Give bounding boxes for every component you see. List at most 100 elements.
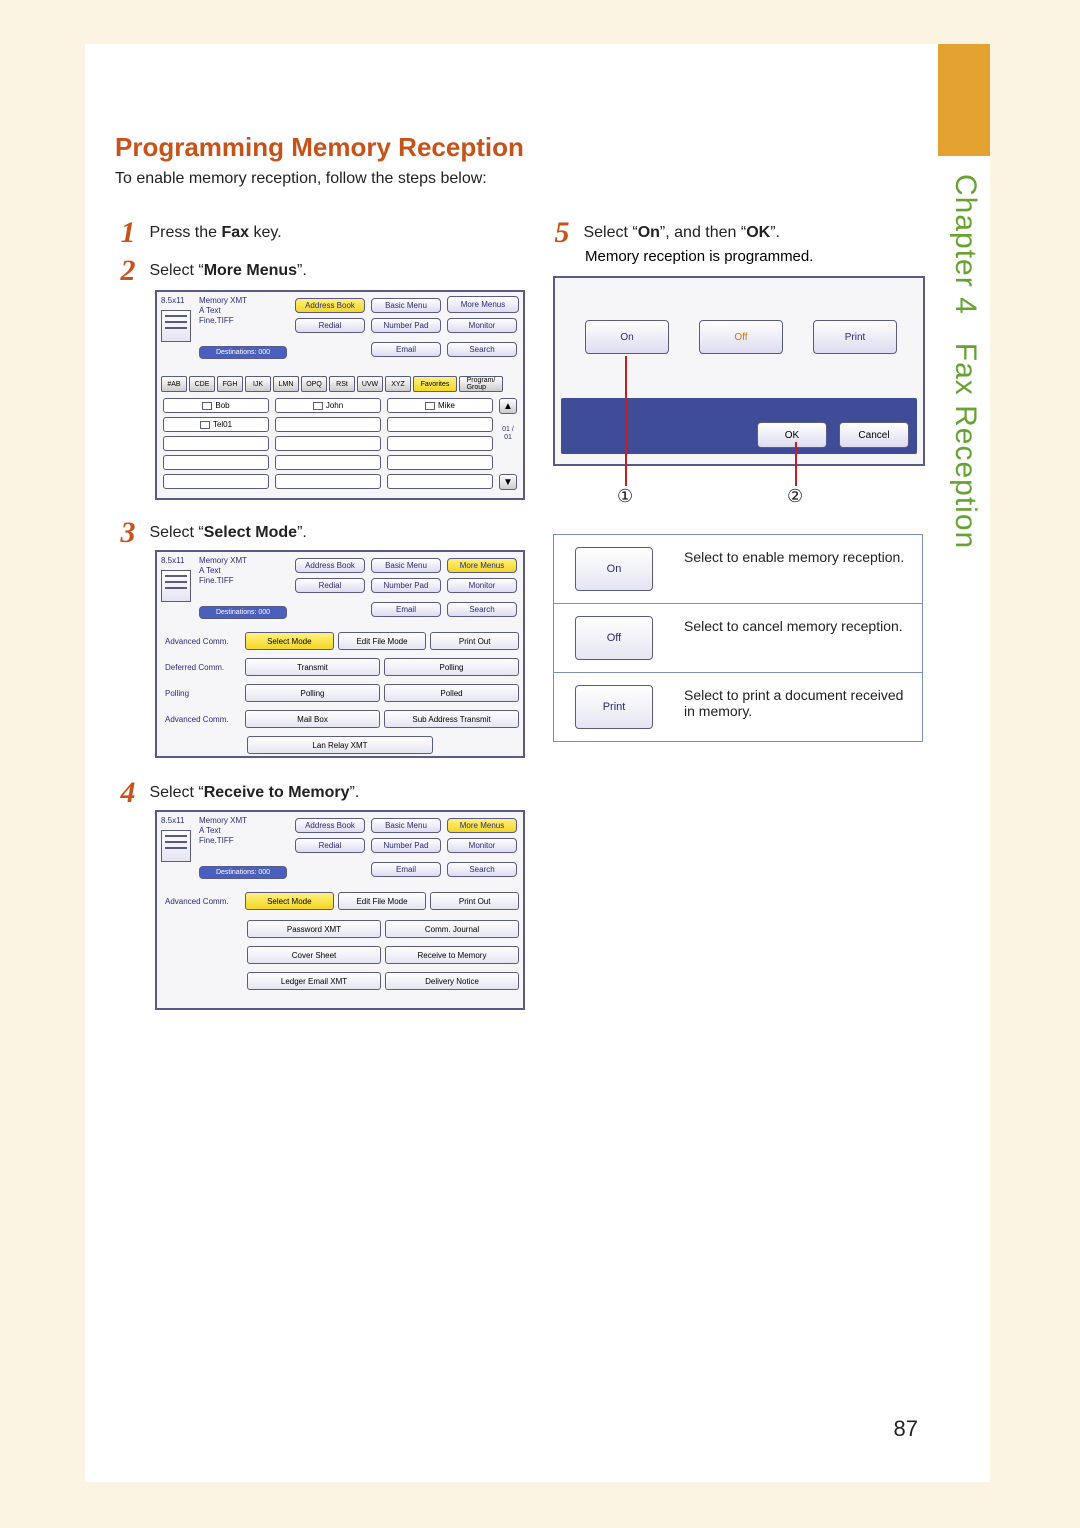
number-pad-button[interactable]: Number Pad xyxy=(371,318,441,333)
contact-item[interactable]: John xyxy=(275,398,381,413)
chapter-tab-text: Chapter 4 Fax Reception xyxy=(948,174,982,549)
step-2: 2 Select “More Menus”. xyxy=(111,254,307,288)
callout-line xyxy=(625,356,627,486)
scroll-up-button[interactable]: ▲ xyxy=(499,398,517,414)
polled-button[interactable]: Polled xyxy=(384,684,519,702)
print-button[interactable]: Print xyxy=(813,320,897,354)
explain-text: Select to cancel memory reception. xyxy=(674,604,922,672)
ok-button[interactable]: OK xyxy=(757,422,827,448)
explain-btn-cell: Print xyxy=(554,673,674,741)
more-menus-button[interactable]: More Menus xyxy=(447,558,517,573)
info-lines: Memory XMT A Text Fine.TIFF xyxy=(199,556,247,586)
search-button[interactable]: Search xyxy=(447,862,517,877)
explain-row-print: Print Select to print a document receive… xyxy=(554,672,922,741)
contact-item[interactable] xyxy=(387,417,493,432)
envelope-icon xyxy=(200,421,210,429)
monitor-button[interactable]: Monitor xyxy=(447,318,517,333)
page-title: Programming Memory Reception xyxy=(115,132,524,163)
screen-step4: 8.5x11 Memory XMT A Text Fine.TIFF Addre… xyxy=(155,810,525,1010)
document-icon xyxy=(161,570,191,602)
scroll-down-button[interactable]: ▼ xyxy=(499,474,517,490)
info-lines: Memory XMT A Text Fine.TIFF xyxy=(199,296,247,326)
email-button[interactable]: Email xyxy=(371,342,441,357)
more-menus-button[interactable]: More Menus xyxy=(447,296,519,313)
number-pad-button[interactable]: Number Pad xyxy=(371,838,441,853)
redial-button[interactable]: Redial xyxy=(295,578,365,593)
envelope-icon xyxy=(425,402,435,410)
contact-item[interactable] xyxy=(387,455,493,470)
sub-address-transmit-button[interactable]: Sub Address Transmit xyxy=(384,710,519,728)
contact-item[interactable] xyxy=(163,455,269,470)
mail-box-button[interactable]: Mail Box xyxy=(245,710,380,728)
alpha-tabs: #AB CDE FGH IJK LMN OPQ RSt UVW XYZ Favo… xyxy=(161,376,503,392)
off-button[interactable]: Off xyxy=(699,320,783,354)
program-group-tab[interactable]: Program/ Group xyxy=(459,376,503,392)
monitor-button[interactable]: Monitor xyxy=(447,838,517,853)
contact-item[interactable] xyxy=(275,417,381,432)
basic-menu-button[interactable]: Basic Menu xyxy=(371,818,441,833)
step-text: Press the Fax key. xyxy=(149,224,281,241)
contact-item[interactable] xyxy=(387,436,493,451)
email-button[interactable]: Email xyxy=(371,602,441,617)
alpha-tab[interactable]: OPQ xyxy=(301,376,327,392)
redial-button[interactable]: Redial xyxy=(295,838,365,853)
receive-to-memory-button[interactable]: Receive to Memory xyxy=(385,946,519,964)
contact-item[interactable]: Tel01 xyxy=(163,417,269,432)
contact-item[interactable]: Bob xyxy=(163,398,269,413)
alpha-tab[interactable]: UVW xyxy=(357,376,383,392)
alpha-tab[interactable]: CDE xyxy=(189,376,215,392)
number-pad-button[interactable]: Number Pad xyxy=(371,578,441,593)
on-button[interactable]: On xyxy=(585,320,669,354)
transmit-button[interactable]: Transmit xyxy=(245,658,380,676)
email-button[interactable]: Email xyxy=(371,862,441,877)
contact-item[interactable] xyxy=(163,474,269,489)
more-menus-button[interactable]: More Menus xyxy=(447,818,517,833)
cover-sheet-button[interactable]: Cover Sheet xyxy=(247,946,381,964)
address-book-button[interactable]: Address Book xyxy=(295,298,365,313)
contact-item[interactable] xyxy=(163,436,269,451)
contact-item[interactable] xyxy=(387,474,493,489)
basic-menu-button[interactable]: Basic Menu xyxy=(371,558,441,573)
alpha-tab[interactable]: XYZ xyxy=(385,376,411,392)
redial-button[interactable]: Redial xyxy=(295,318,365,333)
search-button[interactable]: Search xyxy=(447,602,517,617)
alpha-tab[interactable]: #AB xyxy=(161,376,187,392)
password-xmt-button[interactable]: Password XMT xyxy=(247,920,381,938)
cancel-button[interactable]: Cancel xyxy=(839,422,909,448)
envelope-icon xyxy=(202,402,212,410)
select-mode-button[interactable]: Select Mode xyxy=(245,892,334,910)
destinations-label: Destinations: 000 xyxy=(199,866,287,879)
contact-item[interactable] xyxy=(275,474,381,489)
callout-2: ② xyxy=(787,486,803,507)
polling-button[interactable]: Polling xyxy=(384,658,519,676)
edit-file-mode-button[interactable]: Edit File Mode xyxy=(338,632,427,650)
ledger-email-xmt-button[interactable]: Ledger Email XMT xyxy=(247,972,381,990)
contact-item[interactable]: Mike xyxy=(387,398,493,413)
explain-btn-cell: On xyxy=(554,535,674,603)
edit-file-mode-button[interactable]: Edit File Mode xyxy=(338,892,427,910)
contact-item[interactable] xyxy=(275,436,381,451)
favorites-tab[interactable]: Favorites xyxy=(413,376,457,392)
lan-relay-xmt-button[interactable]: Lan Relay XMT xyxy=(247,736,433,754)
select-mode-button[interactable]: Select Mode xyxy=(245,632,334,650)
step-5: 5 Select “On”, and then “OK”. xyxy=(545,216,780,250)
address-book-button[interactable]: Address Book xyxy=(295,818,365,833)
monitor-button[interactable]: Monitor xyxy=(447,578,517,593)
explain-row-on: On Select to enable memory reception. xyxy=(554,535,922,603)
alpha-tab[interactable]: LMN xyxy=(273,376,299,392)
address-book-button[interactable]: Address Book xyxy=(295,558,365,573)
polling-button[interactable]: Polling xyxy=(245,684,380,702)
print-out-button[interactable]: Print Out xyxy=(430,632,519,650)
comm-journal-button[interactable]: Comm. Journal xyxy=(385,920,519,938)
delivery-notice-button[interactable]: Delivery Notice xyxy=(385,972,519,990)
alpha-tab[interactable]: RSt xyxy=(329,376,355,392)
alpha-tab[interactable]: IJK xyxy=(245,376,271,392)
contact-item[interactable] xyxy=(275,455,381,470)
step-5-subtext: Memory reception is programmed. xyxy=(585,248,813,265)
alpha-tab[interactable]: FGH xyxy=(217,376,243,392)
print-out-button[interactable]: Print Out xyxy=(430,892,519,910)
info-block: 8.5x11 xyxy=(161,296,184,306)
page: Chapter 4 Fax Reception Programming Memo… xyxy=(85,44,990,1482)
basic-menu-button[interactable]: Basic Menu xyxy=(371,298,441,313)
search-button[interactable]: Search xyxy=(447,342,517,357)
